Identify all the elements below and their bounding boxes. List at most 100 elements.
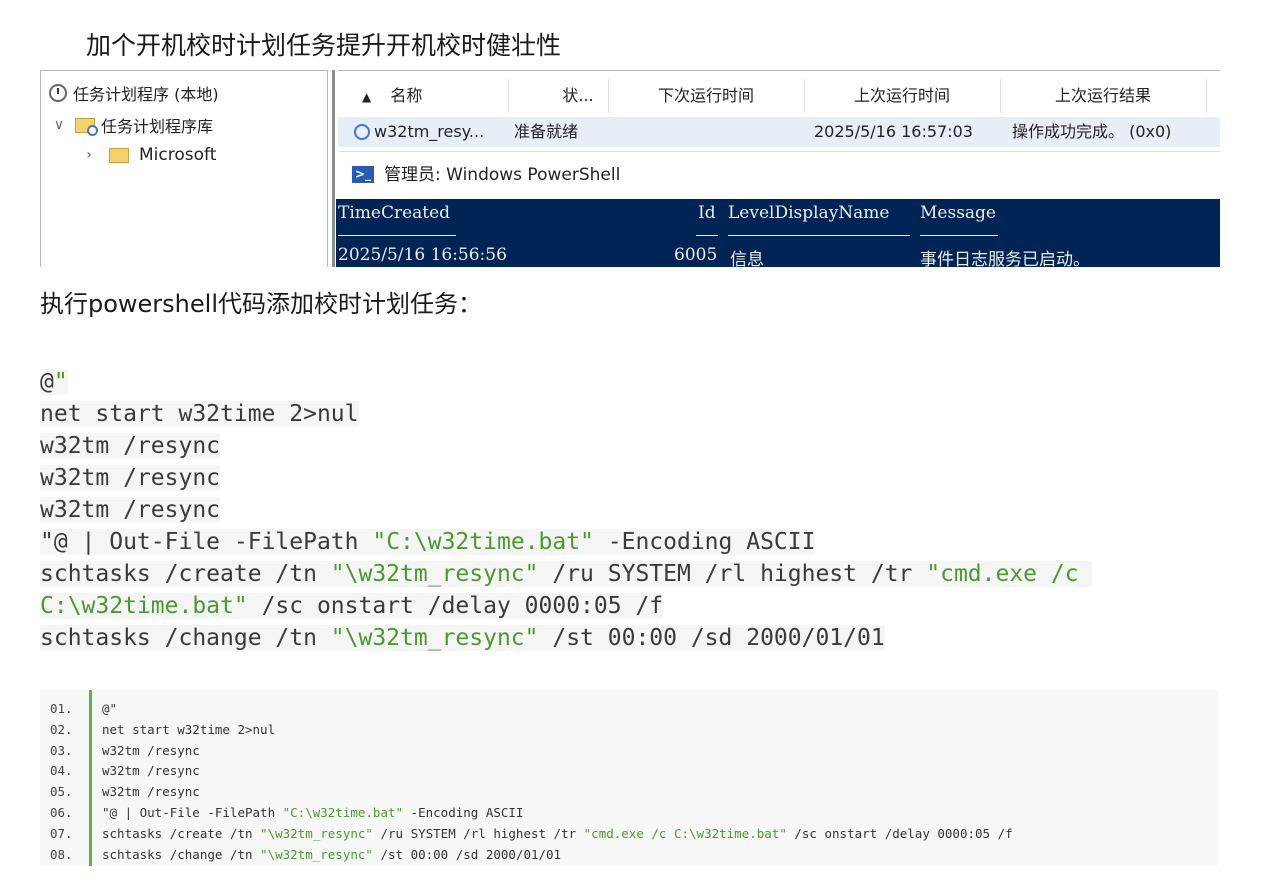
ps-header-timecreated: TimeCreated <box>338 203 451 223</box>
code-text: schtasks /create /tn <box>40 561 331 587</box>
code-text: net start w32time 2>nul <box>102 721 276 737</box>
code-line-text: w32tm /resync <box>40 433 221 459</box>
powershell-title: 管理员: Windows PowerShell <box>384 165 621 185</box>
line-number: 08. <box>50 846 73 862</box>
tree-item-root[interactable]: 任务计划程序 (本地) <box>49 81 219 105</box>
code-block: @" net start w32time 2>nul w32tm /resync w3… <box>40 366 1093 654</box>
code-line-text: schtasks /change /tn "\w32tm_resync" /st… <box>40 625 885 651</box>
listing-row: 08. schtasks /change /tn "\w32tm_resync" … <box>40 844 1218 866</box>
code-string: "\w32tm_resync" <box>330 561 539 587</box>
task-status: 准备就绪 <box>514 122 579 141</box>
code-line: w32tm /resync <box>40 494 1092 526</box>
code-line: w32tm /resync <box>40 430 1092 462</box>
line-number: 01. <box>50 701 73 716</box>
code-text: w32tm /resync <box>102 784 200 800</box>
code-line-text: net start w32time 2>nul <box>40 401 359 427</box>
code-text: /st 00:00 /sd 2000/01/01 <box>538 625 885 651</box>
tree-item-label: 任务计划程序 (本地) <box>73 85 219 104</box>
line-number: 06. <box>50 805 73 820</box>
code-text: /ru SYSTEM /rl highest /tr <box>372 825 584 841</box>
chevron-down-icon[interactable]: ∨ <box>51 117 67 133</box>
ps-underline <box>696 235 718 236</box>
code-text: schtasks /change /tn <box>40 625 331 651</box>
ps-underline <box>338 235 456 236</box>
code-text: w32tm /resync <box>102 763 200 779</box>
code-string: "cmd.exe /c C:\w32time.bat" <box>583 825 787 841</box>
listing-row: 03. w32tm /resync <box>40 740 1218 762</box>
folder-clock-icon <box>75 117 98 136</box>
code-text: schtasks /create /tn <box>102 825 261 841</box>
code-line-text: schtasks /create /tn "\w32tm_resync" /ru… <box>40 561 1093 587</box>
code-text: w32tm /resync <box>102 742 200 758</box>
code-text: "@ | Out-File -FilePath <box>102 805 283 820</box>
intro-text: 执行powershell代码添加校时计划任务： <box>40 290 482 318</box>
code-text: /st 00:00 /sd 2000/01/01 <box>372 846 562 862</box>
code-text: "@ | Out-File -FilePath <box>40 529 373 555</box>
code-string: "\w32tm_resync" <box>260 825 373 841</box>
listing-text: schtasks /create /tn "\w32tm_resync" /ru… <box>102 823 1013 845</box>
column-label: 上次运行时间 <box>853 86 950 105</box>
code-text: schtasks /change /tn <box>102 846 261 862</box>
tree-item-library[interactable]: ∨ 任务计划程序库 <box>51 113 213 137</box>
listing-row: 06. "@ | Out-File -FilePath "C:\w32time.b… <box>40 802 1218 824</box>
pane-divider[interactable] <box>332 70 335 267</box>
code-text: w32tm /resync <box>40 465 221 491</box>
line-number: 05. <box>50 784 73 800</box>
code-string: C:\w32time.bat" <box>40 593 248 619</box>
task-name: w32tm_resy... <box>374 122 485 141</box>
column-status[interactable]: 状... <box>508 79 609 113</box>
clock-icon <box>354 124 370 140</box>
column-last-run[interactable]: 上次运行时间 <box>804 79 1001 113</box>
code-text: /sc onstart /delay 0000:05 /f <box>247 593 664 619</box>
code-text: net start w32time 2>nul <box>40 401 359 427</box>
tree-item-label: Microsoft <box>139 145 217 165</box>
ps-header-level: LevelDisplayName <box>728 203 890 223</box>
code-line: w32tm /resync <box>40 462 1092 494</box>
folder-icon <box>109 147 129 163</box>
code-line-text: w32tm /resync <box>40 497 221 523</box>
tree-item-microsoft[interactable]: › Microsoft <box>81 145 216 165</box>
code-line: net start w32time 2>nul <box>40 398 1092 430</box>
code-string: "C:\w32time.bat" <box>372 529 594 555</box>
column-name[interactable]: ▲ 名称 <box>338 79 509 113</box>
code-string: "cmd.exe /c <box>926 561 1093 587</box>
line-number: 03. <box>50 742 73 758</box>
code-text: w32tm /resync <box>40 433 221 459</box>
chevron-right-icon[interactable]: › <box>81 147 97 163</box>
column-label: 状... <box>562 86 594 105</box>
ps-cell-time: 2025/5/16 16:56:56 <box>338 245 507 265</box>
powershell-console[interactable]: TimeCreated Id LevelDisplayName Message … <box>336 199 1220 267</box>
listing-row: 05. w32tm /resync <box>40 781 1218 803</box>
code-string: "C:\w32time.bat" <box>282 805 404 820</box>
listing-text: w32tm /resync <box>102 760 200 782</box>
listing-row: 01. @" <box>40 698 1218 720</box>
ps-header-message: Message <box>920 203 996 223</box>
code-line: schtasks /change /tn "\w32tm_resync" /st… <box>40 622 1092 654</box>
code-text: -Encoding ASCII <box>593 529 816 555</box>
powershell-titlebar[interactable]: >_ 管理员: Windows PowerShell <box>338 151 1220 198</box>
code-line: @" <box>40 366 1092 398</box>
column-last-result[interactable]: 上次运行结果 <box>1000 79 1207 113</box>
code-line: schtasks /create /tn "\w32tm_resync" /ru… <box>40 558 1093 590</box>
listing-row: 07. schtasks /create /tn "\w32tm_resync" … <box>40 823 1218 845</box>
code-text: @ <box>40 369 54 395</box>
column-label: 上次运行结果 <box>1054 86 1151 105</box>
listing-row: 02. net start w32time 2>nul <box>40 719 1218 741</box>
code-text: w32tm /resync <box>40 497 221 523</box>
code-listing: 01. @" 02. net start w32time 2>nul 03. w32tm … <box>40 690 1218 866</box>
task-last-result: 操作成功完成。 (0x0) <box>1012 122 1172 141</box>
ps-cell-level: 信息 <box>730 250 764 267</box>
listing-text: schtasks /change /tn "\w32tm_resync" /st… <box>102 844 561 866</box>
listing-row: 04. w32tm /resync <box>40 760 1218 782</box>
line-number: 02. <box>50 721 73 737</box>
tree-panel: 任务计划程序 (本地) ∨ 任务计划程序库 › Microsoft <box>40 70 328 267</box>
task-row[interactable]: w32tm_resy... 准备就绪 2025/5/16 16:57:03 操作… <box>338 117 1220 147</box>
code-line-text: w32tm /resync <box>40 465 221 491</box>
code-text: -Encoding ASCII <box>403 805 524 820</box>
powershell-icon: >_ <box>352 166 374 183</box>
listing-text: w32tm /resync <box>102 781 200 803</box>
column-next-run[interactable]: 下次运行时间 <box>608 79 805 113</box>
ps-header-id: Id <box>698 203 716 223</box>
code-line: C:\w32time.bat" /sc onstart /delay 0000:… <box>40 590 1092 622</box>
page-title: 加个开机校时计划任务提升开机校时健壮性 <box>86 31 562 60</box>
